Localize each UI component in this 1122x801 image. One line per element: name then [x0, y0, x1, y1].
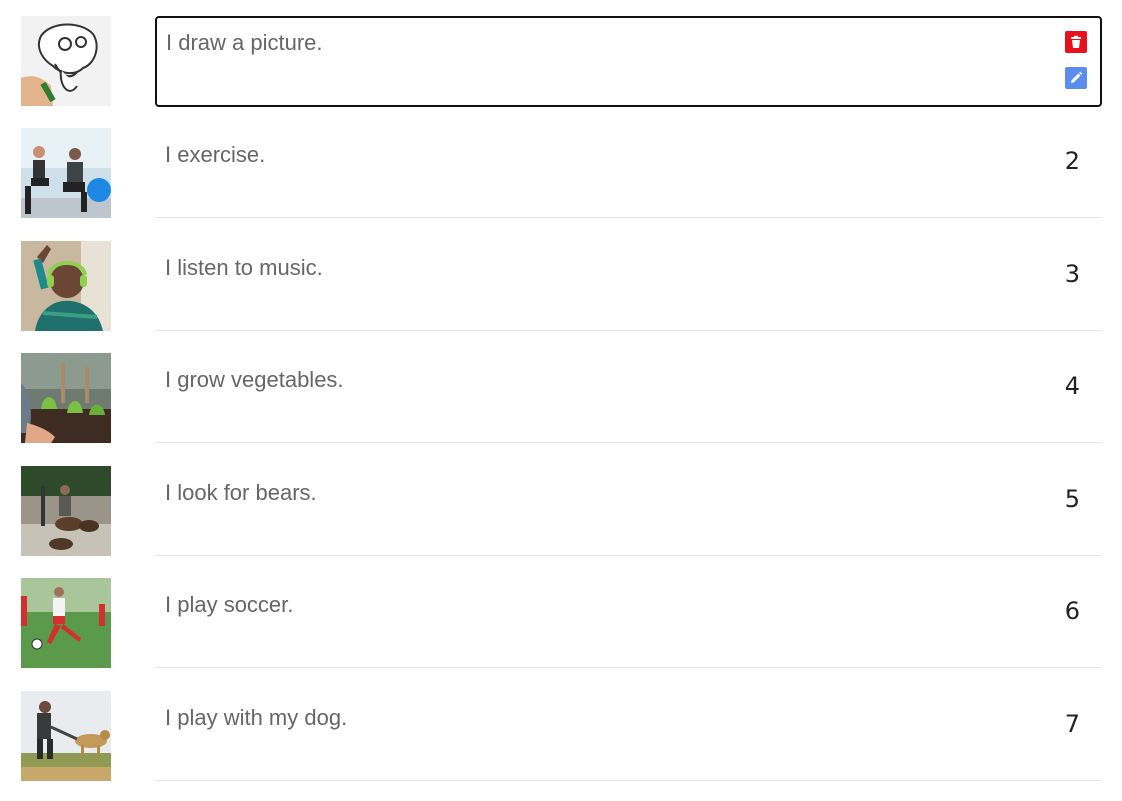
- list-item-card[interactable]: I play with my dog. 7: [155, 691, 1102, 781]
- list-item[interactable]: I look for bears. 5: [0, 466, 1122, 578]
- list-item-number: 2: [1064, 147, 1080, 175]
- bears-photo: [21, 466, 111, 556]
- drawing-photo: [21, 16, 111, 106]
- soccer-photo: [21, 578, 111, 668]
- list-item[interactable]: I exercise. 2: [0, 128, 1122, 240]
- list-item-card[interactable]: I play soccer. 6: [155, 578, 1102, 668]
- pencil-icon: [1071, 71, 1083, 83]
- list-item-card[interactable]: I draw a picture.: [155, 16, 1102, 107]
- delete-button[interactable]: [1065, 31, 1087, 53]
- dog-photo: [21, 691, 111, 781]
- list-item-number: 3: [1064, 260, 1080, 288]
- list-item-text: I grow vegetables.: [165, 367, 344, 392]
- sentence-list: I draw a picture. I exercise. 2 I listen…: [0, 0, 1122, 801]
- list-item-text: I play soccer.: [165, 592, 294, 617]
- list-item-card[interactable]: I listen to music. 3: [155, 241, 1102, 331]
- list-item-number: 4: [1064, 372, 1080, 400]
- list-item-card[interactable]: I grow vegetables. 4: [155, 353, 1102, 443]
- list-item[interactable]: I draw a picture.: [0, 16, 1122, 128]
- list-item[interactable]: I listen to music. 3: [0, 241, 1122, 353]
- list-item-text: I look for bears.: [165, 480, 317, 505]
- list-item[interactable]: I grow vegetables. 4: [0, 353, 1122, 465]
- list-item-card[interactable]: I exercise. 2: [155, 128, 1102, 218]
- edit-button[interactable]: [1065, 67, 1087, 89]
- list-item-text: I play with my dog.: [165, 705, 348, 730]
- list-item-text: I listen to music.: [165, 255, 323, 280]
- exercise-photo: [21, 128, 111, 218]
- list-item[interactable]: I play soccer. 6: [0, 578, 1122, 690]
- gardening-photo: [21, 353, 111, 443]
- list-item-card[interactable]: I look for bears. 5: [155, 466, 1102, 556]
- music-photo: [21, 241, 111, 331]
- list-item-number: 6: [1064, 597, 1080, 625]
- list-item-text: I draw a picture.: [166, 30, 323, 55]
- list-item-number: 7: [1064, 710, 1080, 738]
- trash-icon: [1071, 35, 1081, 48]
- list-item-number: 5: [1064, 485, 1080, 513]
- list-item[interactable]: I play with my dog. 7: [0, 691, 1122, 801]
- list-item-text: I exercise.: [165, 142, 266, 167]
